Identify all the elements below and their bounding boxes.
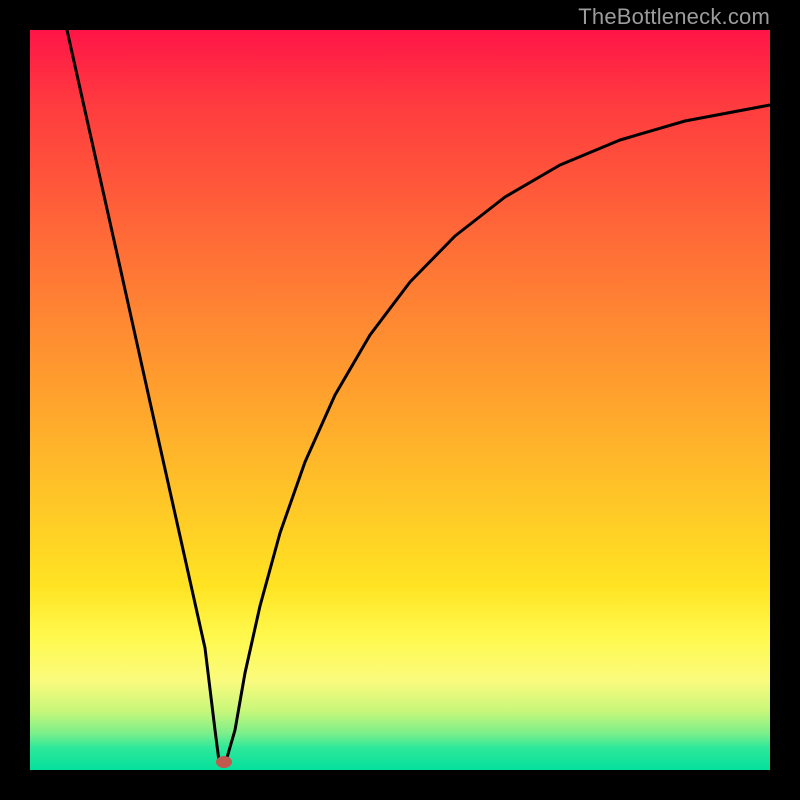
plot-area (30, 30, 770, 770)
bottleneck-curve (30, 30, 770, 770)
watermark-text: TheBottleneck.com (578, 4, 770, 30)
chart-frame: TheBottleneck.com (0, 0, 800, 800)
optimum-marker (216, 756, 232, 768)
